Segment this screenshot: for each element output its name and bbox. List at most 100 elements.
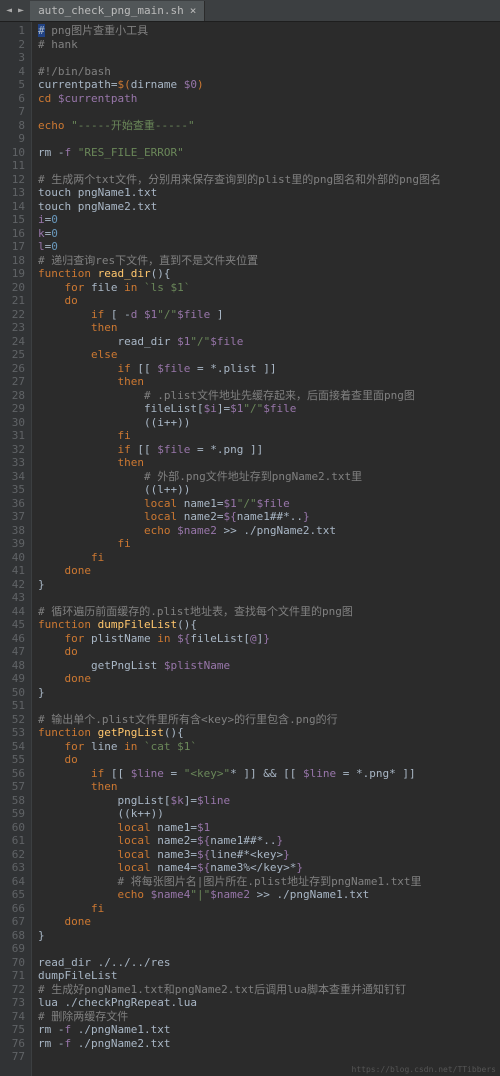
line-number: 1 xyxy=(2,24,25,38)
code-line: then xyxy=(38,456,500,470)
tab-file[interactable]: auto_check_png_main.sh × xyxy=(30,1,205,21)
line-number: 25 xyxy=(2,348,25,362)
code-line: # 生成两个txt文件，分别用来保存查询到的plist里的png图名和外部的pn… xyxy=(38,173,500,187)
line-number: 51 xyxy=(2,699,25,713)
code-line: if [[ $file = *.png ]] xyxy=(38,443,500,457)
line-number: 59 xyxy=(2,807,25,821)
code-line: pngList[$k]=$line xyxy=(38,794,500,808)
close-icon[interactable]: × xyxy=(190,4,197,17)
code-line: if [ -d $1"/"$file ] xyxy=(38,308,500,322)
line-number: 35 xyxy=(2,483,25,497)
code-line: rm -f ./pngName2.txt xyxy=(38,1037,500,1051)
code-line: # png图片查重小工具 xyxy=(38,24,500,38)
code-line: } xyxy=(38,578,500,592)
code-line: do xyxy=(38,753,500,767)
line-number: 49 xyxy=(2,672,25,686)
code-line: lua ./checkPngRepeat.lua xyxy=(38,996,500,1010)
code-line: for line in `cat $1` xyxy=(38,740,500,754)
line-number: 60 xyxy=(2,821,25,835)
code-line: ((l++)) xyxy=(38,483,500,497)
line-number: 17 xyxy=(2,240,25,254)
line-number: 34 xyxy=(2,470,25,484)
code-line xyxy=(38,942,500,956)
line-number: 44 xyxy=(2,605,25,619)
line-number: 3 xyxy=(2,51,25,65)
code-line: rm -f ./pngName1.txt xyxy=(38,1023,500,1037)
code-line: echo "-----开始查重-----" xyxy=(38,119,500,133)
watermark: https://blog.csdn.net/TTibbers xyxy=(352,1065,497,1074)
line-number: 11 xyxy=(2,159,25,173)
line-number: 55 xyxy=(2,753,25,767)
code-line: } xyxy=(38,929,500,943)
code-line: then xyxy=(38,780,500,794)
code-line: i=0 xyxy=(38,213,500,227)
code-line: touch pngName1.txt xyxy=(38,186,500,200)
line-number: 33 xyxy=(2,456,25,470)
code-line: read_dir $1"/"$file xyxy=(38,335,500,349)
line-number: 18 xyxy=(2,254,25,268)
code-line: echo $name4"|"$name2 >> ./pngName1.txt xyxy=(38,888,500,902)
code-line: if [[ $line = "<key>"* ]] && [[ $line = … xyxy=(38,767,500,781)
code-line xyxy=(38,699,500,713)
line-number: 50 xyxy=(2,686,25,700)
line-number: 52 xyxy=(2,713,25,727)
code-line: if [[ $file = *.plist ]] xyxy=(38,362,500,376)
code-line: local name1=$1"/"$file xyxy=(38,497,500,511)
code-line: # 循环遍历前面缓存的.plist地址表，查找每个文件里的png图 xyxy=(38,605,500,619)
code-line: local name4=${name3%</key>*} xyxy=(38,861,500,875)
line-number: 63 xyxy=(2,861,25,875)
code-line: # 输出单个.plist文件里所有含<key>的行里包含.png的行 xyxy=(38,713,500,727)
line-number: 75 xyxy=(2,1023,25,1037)
code-line: function getPngList(){ xyxy=(38,726,500,740)
line-number: 37 xyxy=(2,510,25,524)
nav-forward-icon[interactable]: ► xyxy=(16,5,26,16)
code-line: local name3=${line#*<key>} xyxy=(38,848,500,862)
line-number: 36 xyxy=(2,497,25,511)
code-line: touch pngName2.txt xyxy=(38,200,500,214)
code-line: function dumpFileList(){ xyxy=(38,618,500,632)
code-line: for file in `ls $1` xyxy=(38,281,500,295)
line-number: 10 xyxy=(2,146,25,160)
code-line: l=0 xyxy=(38,240,500,254)
line-number: 40 xyxy=(2,551,25,565)
line-number: 47 xyxy=(2,645,25,659)
code-line: rm -f "RES_FILE_ERROR" xyxy=(38,146,500,160)
code-line: fi xyxy=(38,429,500,443)
line-number: 39 xyxy=(2,537,25,551)
line-number: 24 xyxy=(2,335,25,349)
line-number: 69 xyxy=(2,942,25,956)
code-line: # .plist文件地址先缓存起来，后面接着查里面png图 xyxy=(38,389,500,403)
line-number: 31 xyxy=(2,429,25,443)
code-line: ((k++)) xyxy=(38,807,500,821)
code-line: local name1=$1 xyxy=(38,821,500,835)
code-line xyxy=(38,132,500,146)
line-number: 71 xyxy=(2,969,25,983)
nav-back-icon[interactable]: ◄ xyxy=(4,5,14,16)
code-line: ((i++)) xyxy=(38,416,500,430)
code-line xyxy=(38,1050,500,1064)
line-number: 12 xyxy=(2,173,25,187)
nav-arrows: ◄ ► xyxy=(0,5,30,16)
line-number: 65 xyxy=(2,888,25,902)
code-line: then xyxy=(38,321,500,335)
line-number: 64 xyxy=(2,875,25,889)
line-number: 77 xyxy=(2,1050,25,1064)
line-number: 30 xyxy=(2,416,25,430)
code-line: # 递归查询res下文件，直到不是文件夹位置 xyxy=(38,254,500,268)
line-number: 70 xyxy=(2,956,25,970)
line-number: 38 xyxy=(2,524,25,538)
code-content[interactable]: # png图片查重小工具# hank #!/bin/bashcurrentpat… xyxy=(32,22,500,1076)
code-line: cd $currentpath xyxy=(38,92,500,106)
line-number: 14 xyxy=(2,200,25,214)
code-line: do xyxy=(38,645,500,659)
code-line: currentpath=$(dirname $0) xyxy=(38,78,500,92)
line-number: 9 xyxy=(2,132,25,146)
line-number: 32 xyxy=(2,443,25,457)
code-line: done xyxy=(38,564,500,578)
code-line: fileList[$i]=$1"/"$file xyxy=(38,402,500,416)
code-line: local name2=${name1##*..} xyxy=(38,510,500,524)
line-number: 43 xyxy=(2,591,25,605)
line-number: 67 xyxy=(2,915,25,929)
line-number: 61 xyxy=(2,834,25,848)
line-number: 23 xyxy=(2,321,25,335)
